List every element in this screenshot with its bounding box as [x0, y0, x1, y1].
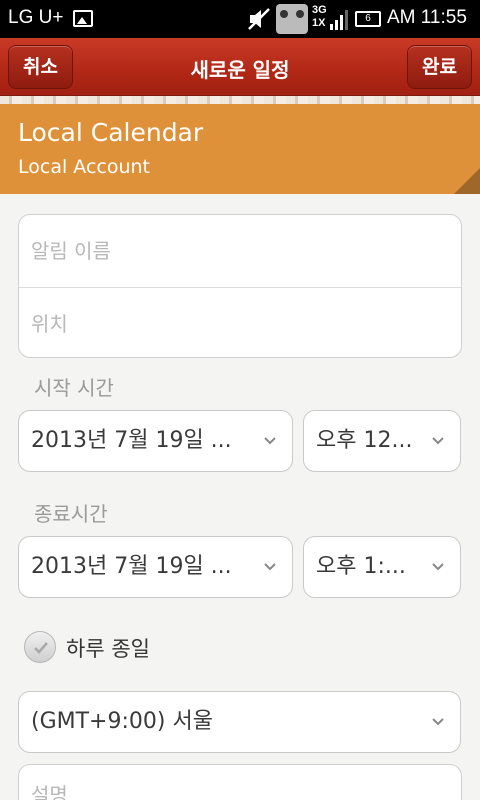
end-time-label: 종료시간 — [34, 502, 108, 526]
start-time-dropdown[interactable]: 오후 12... — [303, 410, 461, 472]
action-bar: 취소 새로운 일정 완료 — [0, 38, 480, 104]
start-date-dropdown[interactable]: 2013년 7월 19일 ... — [18, 410, 293, 472]
chevron-down-icon — [264, 437, 276, 445]
mute-icon — [248, 8, 270, 30]
done-button[interactable]: 완료 — [407, 45, 472, 89]
location-field[interactable]: 위치 — [19, 287, 461, 359]
battery-icon: 6 — [355, 11, 381, 27]
check-icon — [34, 642, 48, 654]
all-day-label: 하루 종일 — [66, 637, 150, 661]
corner-fold-icon — [454, 168, 480, 194]
network-type: 3G 1X — [312, 4, 327, 30]
end-time-dropdown[interactable]: 오후 1:... — [303, 536, 461, 598]
description-field[interactable]: 설명 — [19, 765, 461, 800]
description-card: 설명 — [18, 764, 462, 800]
event-name-field[interactable]: 알림 이름 — [19, 215, 461, 287]
event-details-card: 알림 이름 위치 — [18, 214, 462, 358]
start-time-label: 시작 시간 — [34, 376, 114, 400]
image-icon — [73, 10, 93, 27]
start-date-value: 2013년 7월 19일 ... — [31, 428, 232, 453]
status-bar: LG U+ 3G 1X 6 AM 11:55 — [0, 0, 480, 38]
chevron-down-icon — [432, 437, 444, 445]
game-icon — [276, 4, 308, 34]
end-date-dropdown[interactable]: 2013년 7월 19일 ... — [18, 536, 293, 598]
network-top-label: 3G — [312, 4, 327, 16]
all-day-checkbox[interactable] — [24, 631, 56, 663]
chevron-down-icon — [432, 718, 444, 726]
end-time-value: 오후 1:... — [316, 554, 406, 579]
signal-icon — [330, 10, 348, 30]
timezone-dropdown[interactable]: (GMT+9:00) 서울 — [18, 691, 461, 753]
start-time-value: 오후 12... — [316, 428, 413, 453]
end-date-value: 2013년 7월 19일 ... — [31, 554, 232, 579]
network-bottom-label: 1X — [312, 17, 326, 29]
calendar-account: Local Account — [18, 156, 150, 178]
carrier-label: LG U+ — [8, 7, 64, 28]
chevron-down-icon — [264, 563, 276, 571]
timezone-value: (GMT+9:00) 서울 — [31, 709, 213, 734]
calendar-selector[interactable]: Local Calendar Local Account — [0, 104, 480, 194]
clock: AM 11:55 — [387, 7, 467, 28]
chevron-down-icon — [432, 563, 444, 571]
calendar-name: Local Calendar — [18, 118, 204, 147]
